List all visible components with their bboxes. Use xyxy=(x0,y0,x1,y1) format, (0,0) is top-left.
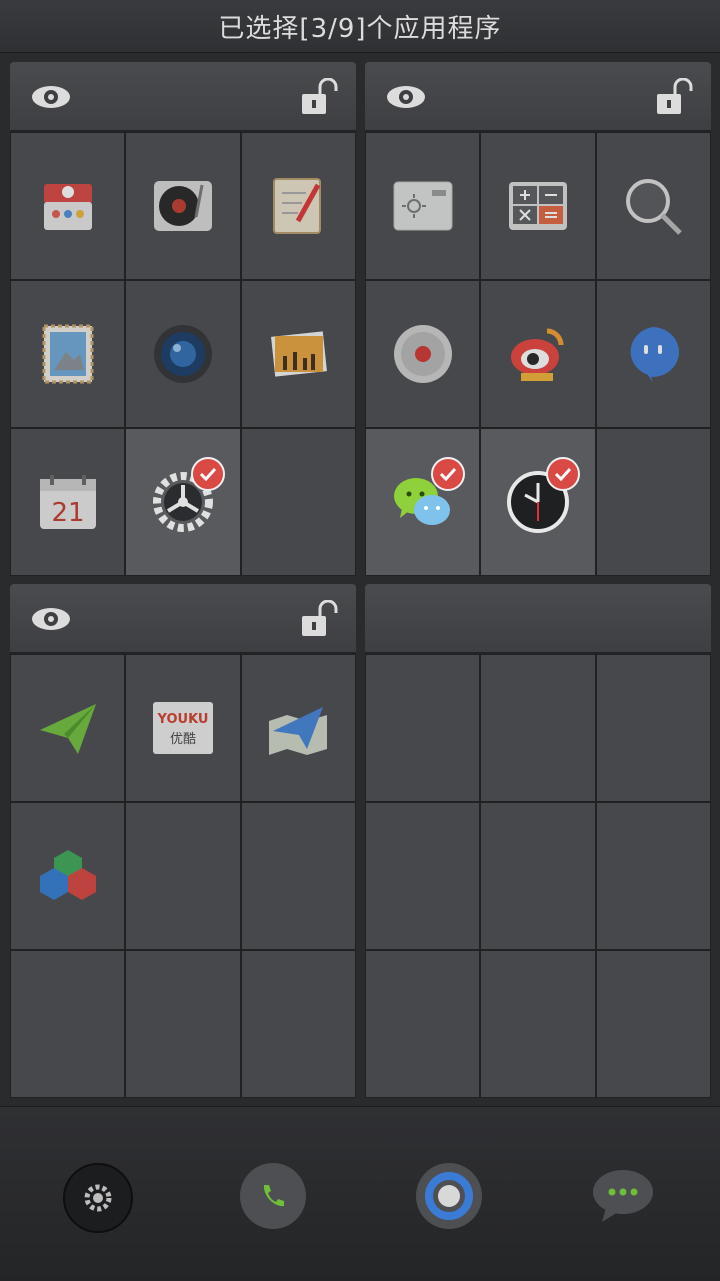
calculator-icon xyxy=(507,175,569,237)
selected-check-icon xyxy=(430,457,465,491)
app-cell-empty xyxy=(241,951,355,1097)
magnifier-icon xyxy=(622,175,684,237)
dock-browser-button[interactable] xyxy=(416,1163,482,1229)
app-cell-empty xyxy=(596,655,710,801)
app-cell-vinyl-player[interactable] xyxy=(126,133,240,279)
app-cell-cubes[interactable] xyxy=(11,803,125,949)
youku-brand-text: YOUKU xyxy=(157,712,209,727)
eye-icon[interactable] xyxy=(30,606,72,632)
panel-header xyxy=(10,584,356,654)
vinyl-player-icon xyxy=(152,175,214,237)
messages-icon xyxy=(593,1170,653,1222)
unlock-icon[interactable] xyxy=(300,600,340,638)
app-cell-magnifier[interactable] xyxy=(596,133,710,279)
app-cell-chat-bubble[interactable] xyxy=(596,281,710,427)
browser-ring-icon xyxy=(425,1172,473,1220)
gear-icon xyxy=(84,1184,112,1212)
eye-icon[interactable] xyxy=(385,84,427,110)
eye-icon[interactable] xyxy=(30,84,72,110)
app-cell-empty xyxy=(596,429,710,575)
app-cell-settings[interactable] xyxy=(126,429,240,575)
app-cell-weather[interactable] xyxy=(366,133,480,279)
unlock-icon[interactable] xyxy=(300,78,340,116)
app-cell-empty xyxy=(366,951,480,1097)
app-cell-empty xyxy=(481,655,595,801)
app-cell-clock[interactable] xyxy=(481,429,595,575)
top-bar: 已选择[3/9]个应用程序 xyxy=(0,0,720,53)
notepad-icon xyxy=(267,175,329,237)
app-cell-empty xyxy=(596,803,710,949)
chat-bubble-icon xyxy=(622,323,684,385)
app-cell-empty xyxy=(481,951,595,1097)
app-cell-empty xyxy=(126,951,240,1097)
weather-icon xyxy=(392,175,454,237)
app-cell-empty xyxy=(366,655,480,801)
dock-phone-button[interactable] xyxy=(240,1163,306,1229)
app-cell-stamp-mail[interactable] xyxy=(11,281,125,427)
app-cell-photo-gallery[interactable] xyxy=(241,281,355,427)
app-group-panel-3: YOUKU 优酷 xyxy=(10,584,356,1098)
app-group-panel-2 xyxy=(365,62,711,576)
youku-label-text: 优酷 xyxy=(170,732,196,747)
calendar-day: 21 xyxy=(51,498,84,528)
toolbox-icon xyxy=(37,175,99,237)
app-cell-empty xyxy=(11,951,125,1097)
app-cell-paper-plane[interactable] xyxy=(11,655,125,801)
phone-icon xyxy=(263,1185,284,1207)
app-cell-empty xyxy=(481,803,595,949)
app-cell-wechat[interactable] xyxy=(366,429,480,575)
app-cell-empty xyxy=(241,803,355,949)
dock-messages-button[interactable] xyxy=(590,1163,656,1229)
app-cell-maps[interactable] xyxy=(241,655,355,801)
app-cell-empty xyxy=(596,951,710,1097)
app-cell-youku[interactable]: YOUKU 优酷 xyxy=(126,655,240,801)
recorder-icon xyxy=(392,323,454,385)
app-cell-notepad[interactable] xyxy=(241,133,355,279)
selected-check-icon xyxy=(545,457,580,491)
bottom-dock xyxy=(0,1106,720,1281)
app-group-panel-4 xyxy=(365,584,711,1098)
app-cell-recorder[interactable] xyxy=(366,281,480,427)
app-cell-empty xyxy=(241,429,355,575)
app-cell-calculator[interactable] xyxy=(481,133,595,279)
maps-plane-icon xyxy=(267,697,329,759)
app-cell-weibo[interactable] xyxy=(481,281,595,427)
panel-header xyxy=(10,62,356,132)
camera-icon xyxy=(152,323,214,385)
paper-plane-green-icon xyxy=(37,697,99,759)
app-cell-camera[interactable] xyxy=(126,281,240,427)
selected-check-icon xyxy=(190,457,225,491)
panel-header xyxy=(365,584,711,654)
stamp-mail-icon xyxy=(37,323,99,385)
unlock-icon[interactable] xyxy=(655,78,695,116)
app-cell-toolbox[interactable] xyxy=(11,133,125,279)
app-group-panel-1: 21 xyxy=(10,62,356,576)
cubes-icon xyxy=(37,845,99,907)
calendar-icon: 21 xyxy=(37,471,99,533)
app-cell-empty xyxy=(366,803,480,949)
photo-gallery-icon xyxy=(267,323,329,385)
weibo-icon xyxy=(507,323,569,385)
panel-header xyxy=(365,62,711,132)
youku-icon: YOUKU 优酷 xyxy=(152,697,214,759)
app-cell-empty xyxy=(126,803,240,949)
selection-title: 已选择[3/9]个应用程序 xyxy=(218,13,502,44)
dock-settings-button[interactable] xyxy=(63,1163,133,1233)
app-cell-calendar[interactable]: 21 xyxy=(11,429,125,575)
